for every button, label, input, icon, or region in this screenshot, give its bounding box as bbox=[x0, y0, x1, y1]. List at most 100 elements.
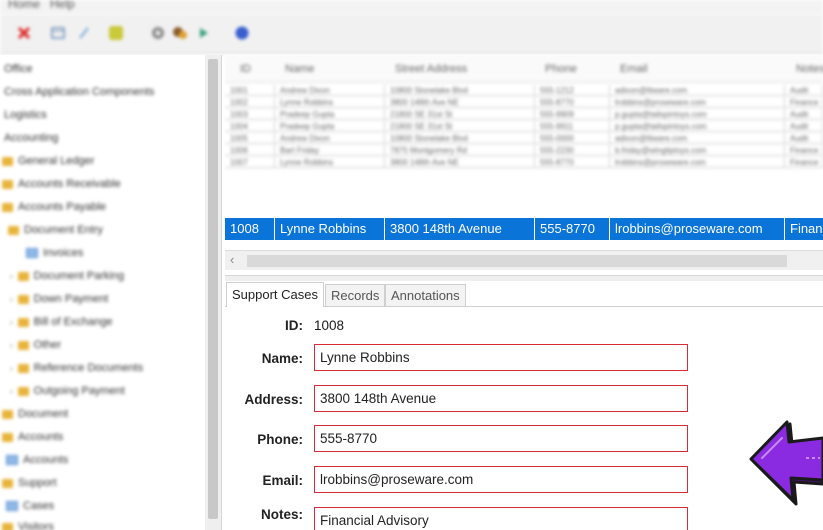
column-header-email[interactable]: Email bbox=[615, 63, 648, 75]
tree-item[interactable]: Visitors bbox=[2, 521, 54, 530]
cell-phone: 555-8770 bbox=[535, 97, 610, 108]
navigation-tree: Office Cross Application Components Logi… bbox=[0, 55, 222, 530]
tree-item[interactable]: Document bbox=[2, 408, 68, 420]
cell-name: Andrew Dixon bbox=[275, 85, 385, 96]
records-grid: ID Name Street Address Phone Email Notes… bbox=[225, 55, 823, 275]
cell-address: 3800 148th Ave NE bbox=[385, 97, 535, 108]
address-field[interactable] bbox=[314, 385, 688, 412]
tree-item[interactable]: › Down Payment bbox=[10, 293, 108, 305]
folder-icon bbox=[17, 294, 29, 304]
cell-id: 1001 bbox=[225, 85, 275, 96]
table-row[interactable]: 1005 Andrew Dixon 10800 Stonelake Blvd 555-… bbox=[225, 133, 823, 144]
chevron-right-icon[interactable]: › bbox=[10, 364, 13, 373]
table-row[interactable]: 1001 Andrew Dixon 10800 Stonelake Blvd 555-… bbox=[225, 85, 823, 96]
column-header-street-address[interactable]: Street Address bbox=[390, 63, 467, 75]
run-icon[interactable] bbox=[196, 25, 212, 41]
folder-icon bbox=[2, 522, 13, 530]
grid-horizontal-scrollbar[interactable]: ‹ bbox=[225, 250, 823, 270]
tab-records[interactable]: Records bbox=[325, 284, 386, 307]
table-row[interactable]: 1002 Lynne Robbins 3800 148th Ave NE 555-87… bbox=[225, 97, 823, 108]
edit-icon[interactable] bbox=[76, 25, 92, 41]
tab-support-cases[interactable]: Support Cases bbox=[226, 282, 324, 308]
settings-icon[interactable] bbox=[150, 25, 166, 41]
email-field[interactable] bbox=[314, 466, 688, 493]
tree-scrollbar[interactable] bbox=[205, 55, 221, 530]
note-icon[interactable] bbox=[108, 25, 124, 41]
chevron-right-icon[interactable]: › bbox=[10, 387, 13, 396]
tree-item[interactable]: Support bbox=[2, 477, 57, 489]
column-header-name[interactable]: Name bbox=[280, 63, 314, 75]
tree-item[interactable]: Logistics bbox=[4, 109, 47, 121]
folder-open-icon bbox=[8, 225, 19, 235]
tree-item[interactable]: Accounts bbox=[6, 454, 68, 466]
menu-item-home[interactable]: Home bbox=[8, 0, 40, 11]
detail-tabs: Support Cases Records Annotations bbox=[225, 281, 823, 308]
scroll-left-icon[interactable]: ‹ bbox=[230, 252, 234, 267]
tree-item[interactable]: › Other bbox=[10, 339, 61, 351]
info-icon[interactable] bbox=[234, 25, 250, 41]
menu-item-help[interactable]: Help bbox=[50, 0, 75, 11]
folder-icon bbox=[17, 340, 29, 350]
cell-notes: Finance bbox=[785, 145, 823, 156]
scrollbar-thumb[interactable] bbox=[208, 59, 218, 519]
chevron-right-icon[interactable]: › bbox=[10, 341, 13, 350]
close-icon[interactable] bbox=[16, 25, 32, 41]
tree-item[interactable]: General Ledger bbox=[2, 155, 94, 167]
column-header-phone[interactable]: Phone bbox=[540, 63, 577, 75]
tree-item[interactable]: Accounts Receivable bbox=[2, 178, 121, 190]
notes-field[interactable] bbox=[314, 507, 688, 530]
tree-item[interactable]: Office bbox=[4, 63, 33, 75]
tree-item[interactable]: Cross Application Components bbox=[4, 86, 154, 98]
cell-phone: 555-9909 bbox=[535, 109, 610, 120]
cell-notes: Audit bbox=[785, 121, 823, 132]
chevron-right-icon[interactable]: › bbox=[10, 318, 13, 327]
table-row[interactable]: 1004 Pradeep Gupta 21800 SE 31st St 555-991… bbox=[225, 121, 823, 132]
table-row[interactable]: 1007 Lynne Robbins 3800 148th Ave NE 555-87… bbox=[225, 157, 823, 168]
cell-email: p.gupta@tailspintoys.com bbox=[610, 109, 785, 120]
name-field[interactable] bbox=[314, 344, 688, 371]
palette-icon[interactable] bbox=[172, 25, 188, 41]
column-header-id[interactable]: ID bbox=[235, 63, 251, 75]
scrollbar-thumb[interactable] bbox=[247, 255, 787, 267]
tree-item[interactable]: › Outgoing Payment bbox=[10, 385, 125, 397]
tree-item[interactable]: › Bill of Exchange bbox=[10, 316, 113, 328]
tree-item[interactable]: › Reference Documents bbox=[10, 362, 143, 374]
cell-notes: Audit bbox=[785, 133, 823, 144]
id-label: ID: bbox=[285, 318, 303, 333]
save-icon[interactable] bbox=[50, 25, 66, 41]
cell-id: 1008 bbox=[225, 218, 275, 240]
cell-notes: Finance bbox=[785, 97, 823, 108]
pointer-arrow-icon bbox=[749, 420, 823, 506]
chevron-right-icon[interactable]: › bbox=[10, 272, 13, 281]
cell-name: Lynne Robbins bbox=[275, 218, 385, 240]
tree-item[interactable]: Invoices bbox=[26, 247, 83, 259]
cell-email: adixon@litware.com bbox=[610, 133, 785, 144]
cell-name: Lynne Robbins bbox=[275, 157, 385, 168]
tree-item[interactable]: Cases bbox=[6, 500, 54, 512]
tree-item[interactable]: Accounts bbox=[2, 431, 63, 443]
cell-id: 1002 bbox=[225, 97, 275, 108]
tree-item[interactable]: Accounting bbox=[4, 132, 58, 144]
cell-phone: 555-2230 bbox=[535, 145, 610, 156]
detail-form: ID: 1008 Name: Address: Phone: Email: No… bbox=[225, 307, 823, 530]
tree-item[interactable]: Document Entry bbox=[8, 224, 103, 236]
cell-phone: 555-1212 bbox=[535, 85, 610, 96]
cell-address: 21800 SE 31st St bbox=[385, 121, 535, 132]
cell-name: Lynne Robbins bbox=[275, 97, 385, 108]
tree-item[interactable]: Accounts Payable bbox=[2, 201, 106, 213]
chevron-right-icon[interactable]: › bbox=[10, 295, 13, 304]
phone-field[interactable] bbox=[314, 425, 688, 452]
table-row[interactable]: 1006 Bart Friday 7875 Montgomery Rd 555-223… bbox=[225, 145, 823, 156]
table-row-selected[interactable]: 1008 Lynne Robbins 3800 148th Avenue 555… bbox=[225, 218, 823, 240]
tree-item[interactable]: › Document Parking bbox=[10, 270, 124, 282]
cell-phone: 555-0000 bbox=[535, 133, 610, 144]
folder-icon bbox=[2, 432, 13, 442]
column-header-notes[interactable]: Notes bbox=[791, 63, 823, 75]
phone-label: Phone: bbox=[257, 432, 303, 447]
tab-annotations[interactable]: Annotations bbox=[385, 284, 466, 307]
folder-icon bbox=[2, 202, 13, 212]
cell-address: 10800 Stonelake Blvd bbox=[385, 133, 535, 144]
cell-email: b.friday@wingtiptoys.com bbox=[610, 145, 785, 156]
folder-icon bbox=[2, 156, 13, 166]
table-row[interactable]: 1003 Pradeep Gupta 21800 SE 31st St 555-990… bbox=[225, 109, 823, 120]
